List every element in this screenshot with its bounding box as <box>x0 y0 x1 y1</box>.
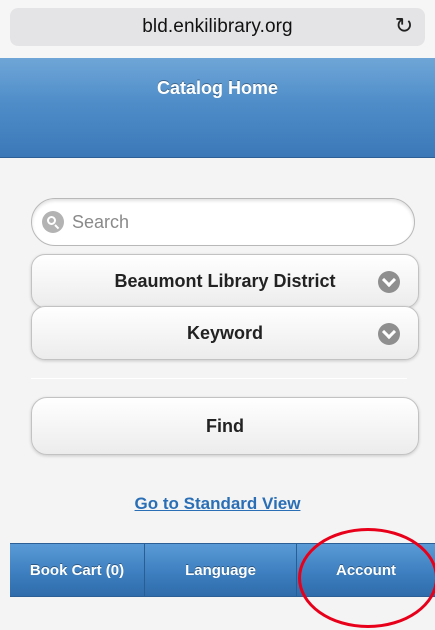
page-title: Catalog Home <box>156 78 279 98</box>
page: bld.enkilibrary.org ↻ Catalog Home Beaum… <box>0 0 435 630</box>
browser-chrome: bld.enkilibrary.org ↻ <box>0 0 435 58</box>
chevron-down-icon <box>378 271 400 293</box>
search-field[interactable] <box>31 198 415 246</box>
search-type-select[interactable]: Keyword <box>31 306 419 360</box>
chevron-down-icon <box>378 323 400 345</box>
footer-nav: Book Cart (0) Language Account <box>10 543 435 597</box>
library-select[interactable]: Beaumont Library District <box>31 254 419 308</box>
divider <box>31 378 407 379</box>
page-header: Catalog Home <box>0 58 435 158</box>
search-icon <box>42 211 64 233</box>
standard-view-link[interactable]: Go to Standard View <box>0 494 435 514</box>
address-bar[interactable]: bld.enkilibrary.org ↻ <box>10 8 425 46</box>
language-button[interactable]: Language <box>145 544 297 596</box>
account-button[interactable]: Account <box>297 544 435 596</box>
search-input[interactable] <box>72 202 392 242</box>
library-select-label: Beaumont Library District <box>114 270 336 291</box>
reload-icon[interactable]: ↻ <box>391 14 417 40</box>
search-type-label: Keyword <box>186 322 264 343</box>
book-cart-button[interactable]: Book Cart (0) <box>10 544 145 596</box>
find-button[interactable]: Find <box>31 397 419 455</box>
url-text: bld.enkilibrary.org <box>142 16 293 37</box>
